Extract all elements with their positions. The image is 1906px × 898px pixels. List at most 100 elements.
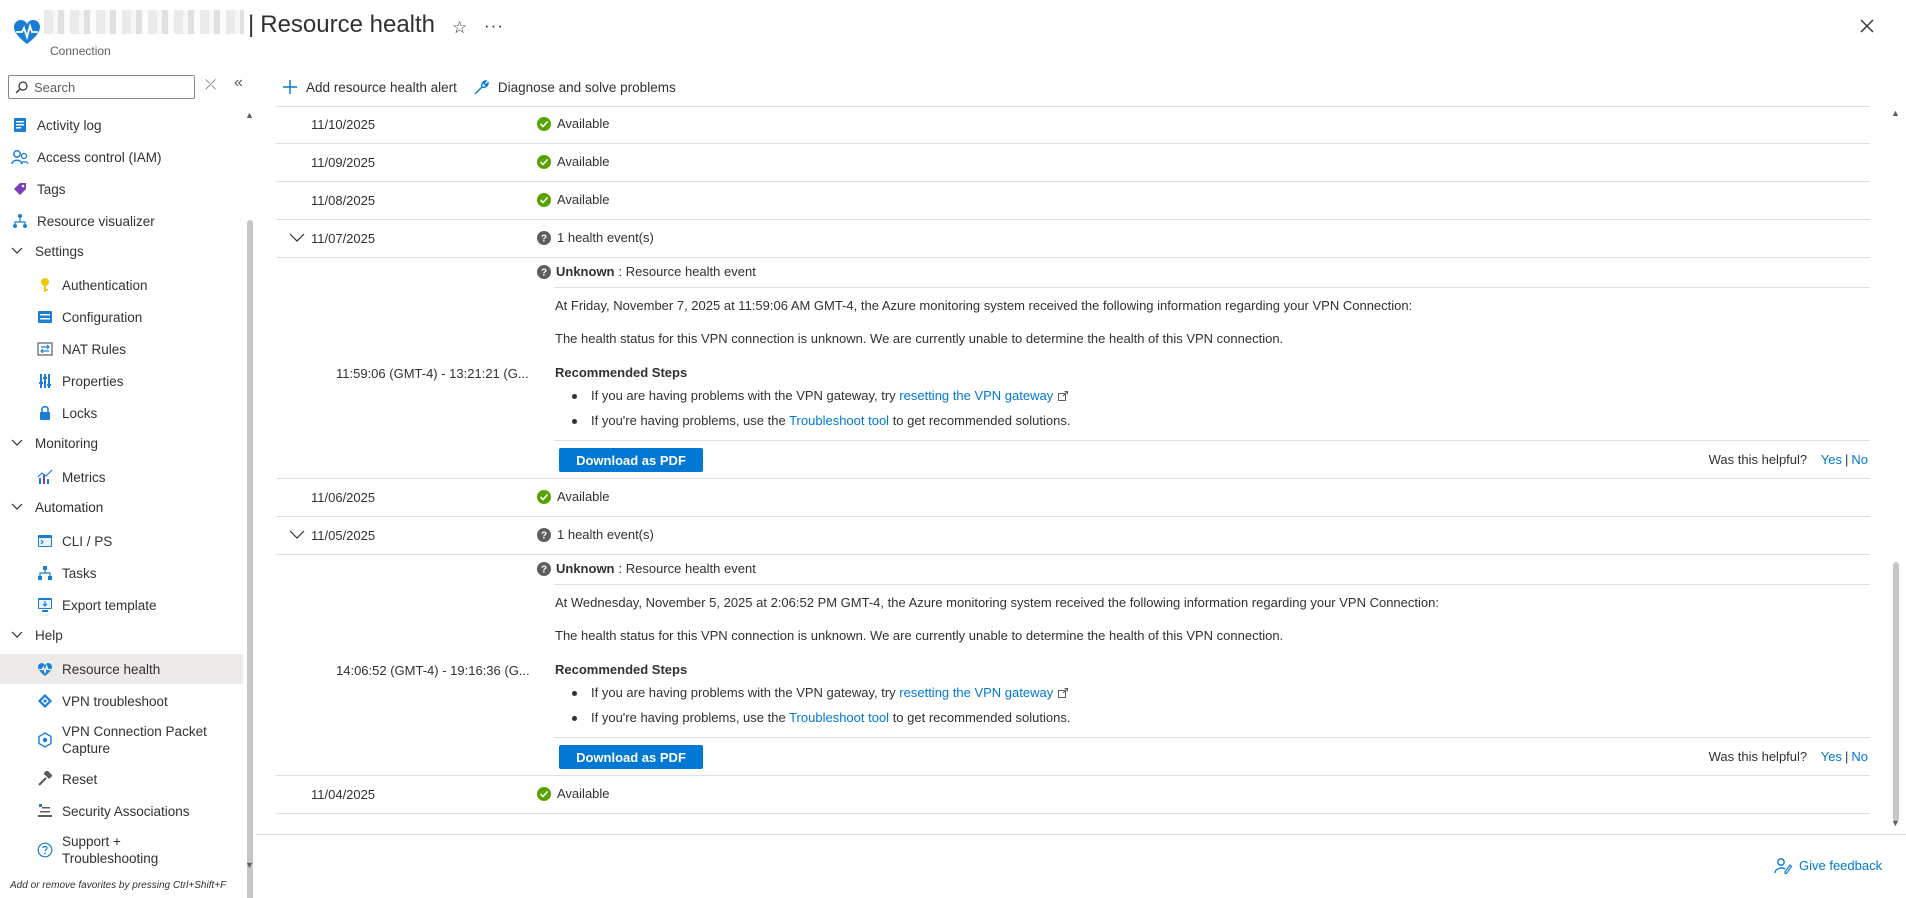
event-intro: At Wednesday, November 5, 2025 at 2:06:5… <box>555 595 1439 610</box>
menu-search[interactable] <box>8 75 195 99</box>
sidebar-item-authentication[interactable]: Authentication <box>0 270 243 300</box>
sidebar-item-support-troubleshooting[interactable]: Support + Troubleshooting <box>0 828 243 872</box>
sidebar-item-packet-capture[interactable]: VPN Connection Packet Capture <box>0 718 243 762</box>
history-row[interactable]: 11/08/2025 Available <box>276 182 1870 220</box>
more-icon[interactable]: ··· <box>484 16 504 36</box>
svg-text:?: ? <box>541 564 547 575</box>
sidebar-item-label: CLI / PS <box>62 533 113 549</box>
chevron-down-icon[interactable] <box>289 231 305 246</box>
menu-scrollbar-thumb[interactable] <box>247 220 253 898</box>
diagnose-button[interactable]: Diagnose and solve problems <box>473 79 676 96</box>
sidebar-item-activity-log[interactable]: Activity log <box>0 110 243 140</box>
clear-search-icon[interactable]: ⤫ <box>205 76 216 93</box>
sidebar-item-resource-visualizer[interactable]: Resource visualizer <box>0 206 243 236</box>
helpful-yes-link[interactable]: Yes <box>1821 749 1842 764</box>
give-feedback-label: Give feedback <box>1799 858 1883 873</box>
chevron-down-icon <box>11 244 25 258</box>
troubleshoot-tool-link[interactable]: Troubleshoot tool <box>789 710 889 725</box>
reset-gateway-link[interactable]: resetting the VPN gateway <box>899 388 1053 403</box>
sidebar-item-label: Activity log <box>37 117 102 133</box>
recommended-steps-title: Recommended Steps <box>555 662 688 677</box>
sidebar-item-resource-health[interactable]: Resource health <box>0 654 243 684</box>
collapse-menu-icon[interactable]: « <box>234 74 243 92</box>
content-scrollbar[interactable] <box>1890 106 1902 826</box>
page-title-text: Resource health <box>260 11 436 38</box>
command-bar: Add resource health alert Diagnose and s… <box>282 75 692 99</box>
menu-scrollbar[interactable] <box>246 108 254 898</box>
helpful-no-link[interactable]: No <box>1851 452 1868 467</box>
sidebar-item-reset[interactable]: Reset <box>0 764 243 794</box>
history-row-expanded[interactable]: 11/07/2025 ? 1 health event(s) <box>276 220 1870 258</box>
recommended-steps-list: If you are having problems with the VPN … <box>571 680 1070 730</box>
event-time-range: 11:59:06 (GMT-4) - 13:21:21 (G... <box>336 366 529 381</box>
sidebar-item-security-associations[interactable]: Security Associations <box>0 796 243 826</box>
sidebar-item-label: Security Associations <box>62 803 190 819</box>
sidebar-item-metrics[interactable]: Metrics <box>0 462 243 492</box>
reset-gateway-link[interactable]: resetting the VPN gateway <box>899 685 1053 700</box>
download-pdf-button[interactable]: Download as PDF <box>559 745 703 769</box>
download-pdf-button[interactable]: Download as PDF <box>559 448 703 472</box>
history-row[interactable]: 11/06/2025 Available <box>276 479 1870 517</box>
content-scrollbar-thumb[interactable] <box>1893 562 1899 822</box>
history-row-expanded[interactable]: 11/05/2025 ? 1 health event(s) <box>276 517 1870 555</box>
history-row[interactable]: 11/09/2025 Available <box>276 144 1870 182</box>
search-icon <box>15 80 28 93</box>
event-title: : Resource health event <box>618 561 756 576</box>
helpful-no-link[interactable]: No <box>1851 749 1868 764</box>
history-row[interactable]: 11/10/2025 Available <box>276 106 1870 144</box>
export-template-icon <box>36 596 54 614</box>
sidebar-item-label: Locks <box>62 405 98 421</box>
sidebar-item-vpn-troubleshoot[interactable]: VPN troubleshoot <box>0 686 243 716</box>
helpful-label: Was this helpful? <box>1708 452 1808 467</box>
available-check-icon <box>537 154 551 169</box>
sidebar-item-locks[interactable]: Locks <box>0 398 243 428</box>
content-scroll-down-icon[interactable]: ▼ <box>1891 818 1900 828</box>
group-monitoring[interactable]: Monitoring <box>0 428 243 458</box>
svg-text:?: ? <box>541 233 547 244</box>
history-row[interactable]: 11/04/2025 Available <box>276 776 1870 814</box>
visualizer-icon <box>11 212 29 230</box>
favorites-hint: Add or remove favorites by pressing Ctrl… <box>10 880 227 891</box>
available-check-icon <box>537 489 551 504</box>
sidebar-item-access-control[interactable]: Access control (IAM) <box>0 142 243 172</box>
step-text: If you are having problems with the VPN … <box>591 388 900 403</box>
chevron-down-icon[interactable] <box>289 528 305 543</box>
event-footer-divider <box>554 737 1870 738</box>
row-date: 11/09/2025 <box>311 155 376 170</box>
star-icon[interactable]: ☆ <box>452 18 467 38</box>
packet-capture-icon <box>36 731 54 749</box>
group-help[interactable]: Help <box>0 620 243 650</box>
row-date: 11/08/2025 <box>311 193 376 208</box>
hammer-icon <box>36 770 54 788</box>
iam-icon <box>11 148 29 166</box>
lock-icon <box>36 404 54 422</box>
external-link-icon <box>1058 681 1069 706</box>
menu-scroll-down-icon[interactable]: ▼ <box>245 860 254 870</box>
row-status-label: 1 health event(s) <box>557 527 654 542</box>
sidebar-item-nat-rules[interactable]: NAT Rules <box>0 334 243 364</box>
group-settings[interactable]: Settings <box>0 236 243 266</box>
resource-type: Connection <box>50 44 111 58</box>
resource-menu: ⤫ « Activity log Access control (IAM) Ta… <box>0 70 256 898</box>
sidebar-item-tags[interactable]: Tags <box>0 174 243 204</box>
event-description: The health status for this VPN connectio… <box>555 331 1284 346</box>
security-associations-icon <box>36 802 54 820</box>
sidebar-item-tasks[interactable]: Tasks <box>0 558 243 588</box>
close-icon[interactable] <box>1855 14 1879 38</box>
row-status: Available <box>537 154 610 169</box>
sidebar-item-cli-ps[interactable]: CLI / PS <box>0 526 243 556</box>
sidebar-item-properties[interactable]: Properties <box>0 366 243 396</box>
group-automation[interactable]: Automation <box>0 492 243 522</box>
troubleshoot-tool-link[interactable]: Troubleshoot tool <box>789 413 889 428</box>
sidebar-item-export-template[interactable]: Export template <box>0 590 243 620</box>
helpful-yes-link[interactable]: Yes <box>1821 452 1842 467</box>
search-input[interactable] <box>34 79 184 95</box>
activity-log-icon <box>11 116 29 134</box>
give-feedback-button[interactable]: Give feedback <box>1774 857 1882 874</box>
sidebar-item-configuration[interactable]: Configuration <box>0 302 243 332</box>
row-status: ? 1 health event(s) <box>537 527 654 542</box>
event-description: The health status for this VPN connectio… <box>555 628 1284 643</box>
add-health-alert-button[interactable]: Add resource health alert <box>282 79 457 95</box>
event-divider <box>554 584 1870 585</box>
row-date: 11/06/2025 <box>311 490 376 505</box>
